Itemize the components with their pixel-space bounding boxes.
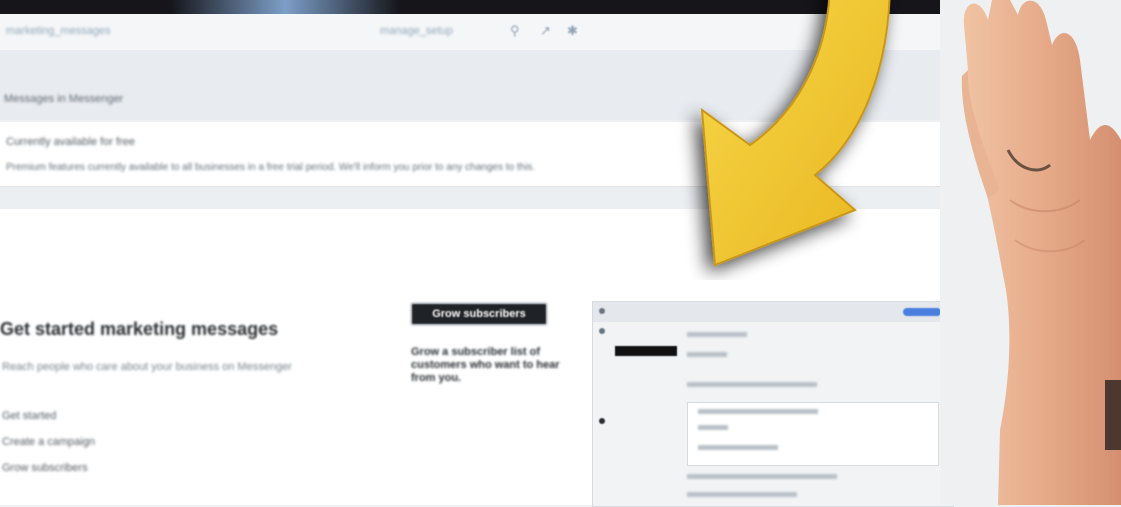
preview-line <box>698 425 728 430</box>
preview-nav-icon <box>599 308 605 314</box>
list-item-get-started[interactable]: Get started <box>2 410 56 422</box>
grow-description: Grow a subscriber list of customers who … <box>411 346 560 384</box>
list-item-campaign[interactable]: Create a campaign <box>2 436 95 448</box>
preview-primary-button[interactable] <box>903 308 941 316</box>
section-heading: Get started marketing messages <box>0 319 279 339</box>
notice-body: Premium features currently available to … <box>6 162 536 173</box>
preview-line <box>687 492 797 497</box>
star-icon[interactable]: ✱ <box>567 23 578 39</box>
page-title: Messages in Messenger <box>4 93 124 105</box>
share-icon[interactable]: ↗ <box>540 23 551 39</box>
preview-nav-icon <box>599 418 605 424</box>
yellow-arrow-icon <box>700 0 891 267</box>
preview-line <box>687 474 837 479</box>
preview-card <box>687 402 939 466</box>
screen-glare <box>170 0 400 14</box>
messenger-preview-panel <box>592 301 954 507</box>
address-text-right[interactable]: manage_setup <box>380 25 453 37</box>
address-text[interactable]: marketing_messages <box>6 25 111 37</box>
preview-nav-icon <box>599 328 605 334</box>
notice-title: Currently available for free <box>6 136 136 148</box>
preview-line <box>687 352 727 357</box>
grow-subscribers-button[interactable]: Grow subscribers <box>410 302 548 326</box>
preview-selected-item <box>615 346 677 356</box>
preview-line <box>687 382 817 387</box>
preview-line <box>698 445 778 450</box>
preview-line <box>687 332 747 337</box>
preview-line <box>698 409 818 414</box>
list-item-subscribers[interactable]: Grow subscribers <box>2 462 88 474</box>
search-icon[interactable]: ⚲ <box>510 23 520 39</box>
raised-hand-image <box>940 0 1121 505</box>
section-subtext: Reach people who care about your busines… <box>2 361 292 373</box>
preview-toolbar <box>593 302 953 322</box>
